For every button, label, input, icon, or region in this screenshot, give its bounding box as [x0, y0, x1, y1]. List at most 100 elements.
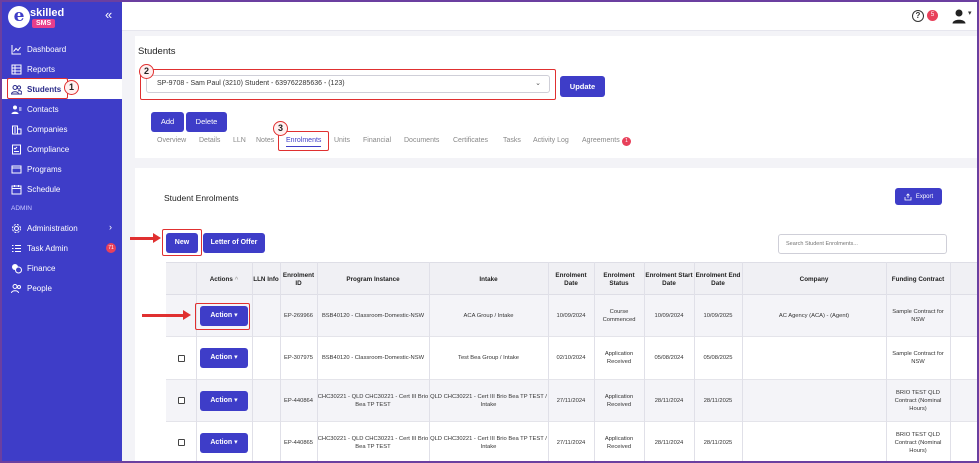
intake-cell: Test Bea Group / Intake	[458, 355, 519, 361]
programs-icon	[11, 164, 22, 175]
sidebar-item-companies[interactable]: Companies	[2, 119, 122, 139]
top-bar: ? 5 ▾	[122, 2, 977, 31]
logo-text: skilled	[30, 7, 65, 19]
column-divider	[317, 262, 318, 461]
user-menu-caret-icon[interactable]: ▾	[968, 9, 972, 17]
program-instance-cell: BSB40120 - Classroom-Domestic-NSW	[321, 355, 425, 361]
tab-details[interactable]: Details	[199, 137, 220, 144]
sidebar-item-label: Compliance	[27, 144, 70, 154]
sidebar-item-programs[interactable]: Programs	[2, 159, 122, 179]
program-instance-cell: BSB40120 - Classroom-Domestic-NSW	[321, 312, 425, 319]
table-row[interactable]: Action ▾ EP-440865 CHC30221 - QLD CHC302…	[166, 422, 977, 461]
sidebar-item-schedule[interactable]: Schedule	[2, 179, 122, 199]
intake-cell: ACA Group / Intake	[463, 312, 514, 319]
actions-cell: Action ▾	[196, 422, 252, 461]
export-button[interactable]: Export	[895, 188, 942, 205]
column-divider	[429, 262, 430, 461]
enrolment-status-cell: Application Received	[604, 351, 634, 365]
search-enrolments-input[interactable]	[778, 234, 947, 254]
logo-mark: e	[8, 6, 30, 28]
contacts-icon	[11, 104, 22, 115]
add-button[interactable]: Add	[151, 112, 184, 132]
sidebar-item-label: Programs	[27, 164, 62, 174]
sidebar-item-reports[interactable]: Reports	[2, 59, 122, 79]
column-divider	[548, 262, 549, 461]
table-row[interactable]: Action ▾ EP-440864 CHC30221 - QLD CHC302…	[166, 380, 977, 422]
collapse-sidebar-icon[interactable]: «	[105, 7, 112, 22]
enrolment-status-cell: Application Received	[604, 435, 634, 450]
task-count-badge: 71	[106, 243, 116, 253]
enrolment-id-cell: EP-440865	[283, 439, 313, 446]
building-icon	[11, 124, 22, 135]
sidebar-item-dashboard[interactable]: Dashboard	[2, 39, 122, 59]
table-row[interactable]: Action ▾ EP-307975 BSB40120 - Classroom-…	[166, 337, 977, 380]
header-actions[interactable]: Actions ^	[196, 263, 252, 296]
student-header-card: Students SP-9708 - Sam Paul (3210) Stude…	[135, 36, 977, 158]
header-lln-info: LLN Info	[253, 275, 279, 283]
column-divider	[594, 262, 595, 461]
enrolment-date-cell: 02/10/2024	[556, 355, 586, 361]
sidebar-item-administration[interactable]: Administration ›	[2, 218, 122, 238]
step-marker-3: 3	[273, 121, 288, 136]
header-enrolment-end-date: Enrolment End Date	[695, 271, 741, 287]
tab-lln[interactable]: LLN	[233, 137, 246, 144]
tab-certificates[interactable]: Certificates	[453, 137, 488, 144]
user-avatar-icon[interactable]	[951, 8, 967, 24]
coins-icon	[11, 263, 22, 274]
sidebar-item-task-admin[interactable]: Task Admin 71	[2, 238, 122, 258]
intake-cell: QLD CHC30221 - Cert III Brio Bea TP TEST…	[430, 393, 547, 408]
update-button[interactable]: Update	[560, 76, 605, 97]
header-enrolment-status: Enrolment Status	[603, 271, 635, 287]
action-dropdown-button[interactable]: Action ▾	[200, 348, 248, 368]
actions-cell: Action ▾	[196, 380, 252, 421]
sidebar-item-label: Dashboard	[27, 44, 67, 54]
chevron-down-icon: ⌄	[535, 80, 541, 87]
new-enrolment-button[interactable]: New	[166, 233, 198, 253]
tab-activity-log[interactable]: Activity Log	[533, 137, 569, 144]
action-dropdown-button[interactable]: Action ▾	[200, 432, 248, 453]
tab-units[interactable]: Units	[334, 137, 350, 144]
tab-agreements[interactable]: Agreements	[582, 137, 620, 144]
funding-contract-cell: Sample Contract for NSW	[892, 308, 944, 323]
row-select-cell	[166, 380, 196, 421]
logo-sms-badge: SMS	[32, 19, 56, 28]
tab-documents[interactable]: Documents	[404, 137, 439, 144]
sidebar-item-finance[interactable]: Finance	[2, 258, 122, 278]
tab-tasks[interactable]: Tasks	[503, 137, 521, 144]
sidebar-item-compliance[interactable]: Compliance	[2, 139, 122, 159]
notification-badge[interactable]: 5	[927, 10, 938, 21]
column-divider	[644, 262, 645, 461]
gear-icon	[11, 223, 22, 234]
row-checkbox[interactable]	[177, 397, 185, 404]
header-enrolment-date: Enrolment Date	[555, 271, 587, 287]
column-divider	[252, 262, 253, 461]
enrolment-status-cell: Course Commenced	[602, 308, 636, 323]
funding-contract-cell: BRIO TEST QLD Contract (Nominal Hours)	[894, 431, 942, 454]
header-intake: Intake	[479, 275, 498, 283]
row-checkbox[interactable]	[177, 354, 185, 362]
end-date-cell: 10/09/2025	[703, 312, 733, 319]
row-select-cell	[166, 337, 196, 379]
header-enrolment-start-date: Enrolment Start Date	[645, 271, 693, 287]
step-marker-1: 1	[64, 80, 79, 95]
header-company: Company	[799, 275, 829, 283]
sidebar-item-contacts[interactable]: Contacts	[2, 99, 122, 119]
sidebar-section-admin: ADMIN	[11, 205, 32, 212]
action-dropdown-button[interactable]: Action ▾	[200, 390, 248, 411]
company-cell	[742, 380, 886, 421]
tab-financial[interactable]: Financial	[363, 137, 391, 144]
table-row[interactable]: Action ▾ EP-269966 BSB40120 - Classroom-…	[166, 295, 977, 337]
page-title: Students	[138, 46, 176, 57]
row-checkbox[interactable]	[177, 439, 185, 446]
student-select-value: SP-9708 - Sam Paul (3210) Student - 6397…	[157, 80, 345, 87]
table-header: Actions ^ LLN Info Enrolment ID Program …	[166, 262, 977, 295]
student-select[interactable]: SP-9708 - Sam Paul (3210) Student - 6397…	[146, 75, 550, 93]
tab-notes[interactable]: Notes	[256, 137, 274, 144]
help-icon[interactable]: ?	[912, 10, 924, 22]
tab-overview[interactable]: Overview	[157, 137, 186, 144]
delete-button[interactable]: Delete	[186, 112, 227, 132]
letter-of-offer-button[interactable]: Letter of Offer	[203, 233, 265, 253]
list-icon	[11, 243, 22, 254]
logo[interactable]: e skilled SMS	[8, 6, 64, 30]
sidebar-item-people[interactable]: People	[2, 278, 122, 298]
